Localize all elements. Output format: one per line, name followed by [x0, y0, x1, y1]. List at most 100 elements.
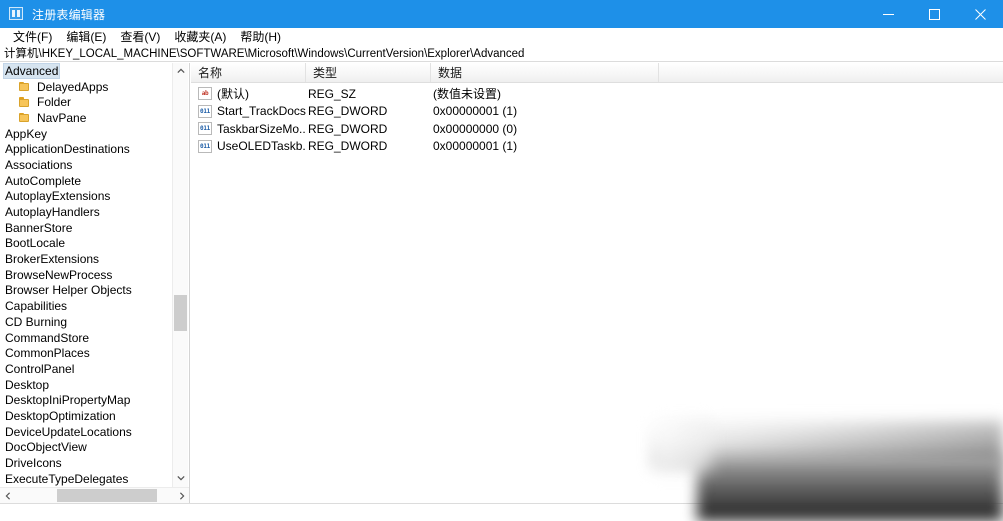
tree-item-associations[interactable]: Associations: [0, 157, 173, 173]
folder-icon: [19, 112, 30, 123]
column-header-filler: [659, 63, 1003, 82]
tree-item-docobjectview[interactable]: DocObjectView: [0, 440, 173, 456]
column-header-type[interactable]: 类型: [306, 63, 431, 82]
values-list-pane: 名称 类型 数据 ab (默认) REG_SZ (数值未设置) 011 Star…: [191, 63, 1003, 503]
address-bar[interactable]: 计算机\HKEY_LOCAL_MACHINE\SOFTWARE\Microsof…: [0, 47, 1003, 62]
tree-item-label: Associations: [5, 157, 73, 172]
menu-item-edit[interactable]: 编辑(E): [59, 29, 113, 47]
tree-item-cd-burning[interactable]: CD Burning: [0, 314, 173, 330]
value-data: (数值未设置): [433, 86, 501, 101]
menu-item-file[interactable]: 文件(F): [6, 29, 59, 47]
tree-item-label: BootLocale: [5, 236, 66, 251]
maximize-button[interactable]: [911, 0, 957, 28]
tree-item-executetypedelegates[interactable]: ExecuteTypeDelegates: [0, 471, 173, 487]
tree-item-autoplayextensions[interactable]: AutoplayExtensions: [0, 189, 173, 205]
tree-item-advanced[interactable]: Advanced: [0, 63, 173, 79]
tree-item-label: BrokerExtensions: [5, 252, 100, 267]
tree-item-desktopinipropertymap[interactable]: DesktopIniPropertyMap: [0, 392, 173, 408]
dword-value-icon: 011: [198, 139, 212, 153]
window-title: 注册表编辑器: [32, 7, 106, 22]
tree-item-label: AutoComplete: [5, 173, 82, 188]
tree-item-commonplaces[interactable]: CommonPlaces: [0, 345, 173, 361]
table-row[interactable]: 011 TaskbarSizeMo... REG_DWORD 0x0000000…: [191, 120, 1003, 138]
string-value-icon: ab: [198, 87, 212, 101]
chevron-down-icon[interactable]: [173, 470, 188, 486]
registry-editor-icon: [9, 6, 25, 22]
menu-item-view[interactable]: 查看(V): [113, 29, 167, 47]
tree-item-label: CommandStore: [5, 330, 90, 345]
close-button[interactable]: [957, 0, 1003, 28]
tree-item-controlpanel[interactable]: ControlPanel: [0, 361, 173, 377]
string-icon-text: ab: [201, 90, 209, 98]
tree-item-label: NavPane: [37, 110, 87, 125]
column-header-name[interactable]: 名称: [191, 63, 306, 82]
tree-item-label: ControlPanel: [5, 361, 75, 376]
table-row[interactable]: ab (默认) REG_SZ (数值未设置): [191, 85, 1003, 103]
tree-item-brokerextensions[interactable]: BrokerExtensions: [0, 251, 173, 267]
tree-scroll-thumb[interactable]: [174, 295, 187, 331]
tree-item-label: Desktop: [5, 377, 50, 392]
dword-icon-text: 011: [200, 107, 210, 115]
main-content: Advanced DelayedApps Folder NavPane AppK…: [0, 63, 1003, 503]
tree-item-appkey[interactable]: AppKey: [0, 126, 173, 142]
value-name-cell: 011 UseOLEDTaskb...: [191, 139, 306, 153]
dword-icon-text: 011: [200, 125, 210, 133]
table-row[interactable]: 011 Start_TrackDocs REG_DWORD 0x00000001…: [191, 103, 1003, 121]
dword-value-icon: 011: [198, 104, 212, 118]
status-bar: [0, 503, 1003, 521]
value-name: UseOLEDTaskb...: [217, 139, 306, 154]
tree-horizontal-scrollbar[interactable]: [0, 487, 189, 503]
tree-item-bootlocale[interactable]: BootLocale: [0, 236, 173, 252]
tree-item-label: BrowseNewProcess: [5, 267, 113, 282]
tree-item-commandstore[interactable]: CommandStore: [0, 330, 173, 346]
chevron-right-icon[interactable]: [174, 488, 189, 503]
tree-item-label: DesktopIniPropertyMap: [5, 393, 131, 408]
tree-item-capabilities[interactable]: Capabilities: [0, 298, 173, 314]
registry-tree[interactable]: Advanced DelayedApps Folder NavPane AppK…: [0, 63, 173, 503]
tree-item-desktopoptimization[interactable]: DesktopOptimization: [0, 408, 173, 424]
tree-item-deviceupdatelocations[interactable]: DeviceUpdateLocations: [0, 424, 173, 440]
menu-item-help[interactable]: 帮助(H): [233, 29, 288, 47]
values-list-rows: ab (默认) REG_SZ (数值未设置) 011 Start_TrackDo…: [191, 83, 1003, 155]
dword-icon-text: 011: [200, 142, 210, 150]
tree-item-label: BannerStore: [5, 220, 73, 235]
value-name: Start_TrackDocs: [217, 104, 306, 119]
table-row[interactable]: 011 UseOLEDTaskb... REG_DWORD 0x00000001…: [191, 138, 1003, 156]
value-data: 0x00000001 (1): [433, 104, 518, 119]
tree-vertical-scrollbar[interactable]: [172, 63, 188, 503]
tree-item-bannerstore[interactable]: BannerStore: [0, 220, 173, 236]
tree-item-navpane[interactable]: NavPane: [0, 110, 173, 126]
tree-item-autocomplete[interactable]: AutoComplete: [0, 173, 173, 189]
tree-item-label: Advanced: [3, 63, 61, 79]
window-controls: [865, 0, 1003, 28]
tree-item-label: DelayedApps: [37, 79, 109, 94]
minimize-button[interactable]: [865, 0, 911, 28]
title-bar: 注册表编辑器: [0, 0, 1003, 28]
tree-item-folder[interactable]: Folder: [0, 94, 173, 110]
registry-path: 计算机\HKEY_LOCAL_MACHINE\SOFTWARE\Microsof…: [4, 47, 525, 60]
tree-item-delayedapps[interactable]: DelayedApps: [0, 79, 173, 95]
menu-item-favorites[interactable]: 收藏夹(A): [167, 29, 233, 47]
tree-item-label: AppKey: [5, 126, 48, 141]
chevron-up-icon[interactable]: [173, 63, 188, 79]
menu-bar: 文件(F) 编辑(E) 查看(V) 收藏夹(A) 帮助(H): [0, 28, 1003, 47]
chevron-left-icon[interactable]: [0, 488, 16, 503]
value-data: 0x00000000 (0): [433, 121, 518, 136]
tree-item-label: CD Burning: [5, 314, 68, 329]
column-header-data[interactable]: 数据: [431, 63, 659, 82]
tree-item-browser-helper-objects[interactable]: Browser Helper Objects: [0, 283, 173, 299]
tree-item-label: DocObjectView: [5, 440, 87, 455]
tree-item-applicationdestinations[interactable]: ApplicationDestinations: [0, 141, 173, 157]
value-type: REG_SZ: [308, 86, 357, 101]
tree-item-label: ExecuteTypeDelegates: [5, 471, 129, 486]
value-type: REG_DWORD: [308, 104, 388, 119]
tree-item-browsenewprocess[interactable]: BrowseNewProcess: [0, 267, 173, 283]
tree-item-driveicons[interactable]: DriveIcons: [0, 455, 173, 471]
tree-item-label: Capabilities: [5, 299, 68, 314]
value-type: REG_DWORD: [308, 139, 388, 154]
tree-item-autoplayhandlers[interactable]: AutoplayHandlers: [0, 204, 173, 220]
registry-editor-window: 注册表编辑器 文件(F) 编辑(E) 查看(V) 收藏夹(A) 帮助(H) 计算…: [0, 0, 1003, 521]
tree-item-desktop[interactable]: Desktop: [0, 377, 173, 393]
value-name-cell: 011 Start_TrackDocs: [191, 104, 306, 118]
tree-hscroll-thumb[interactable]: [57, 489, 157, 502]
